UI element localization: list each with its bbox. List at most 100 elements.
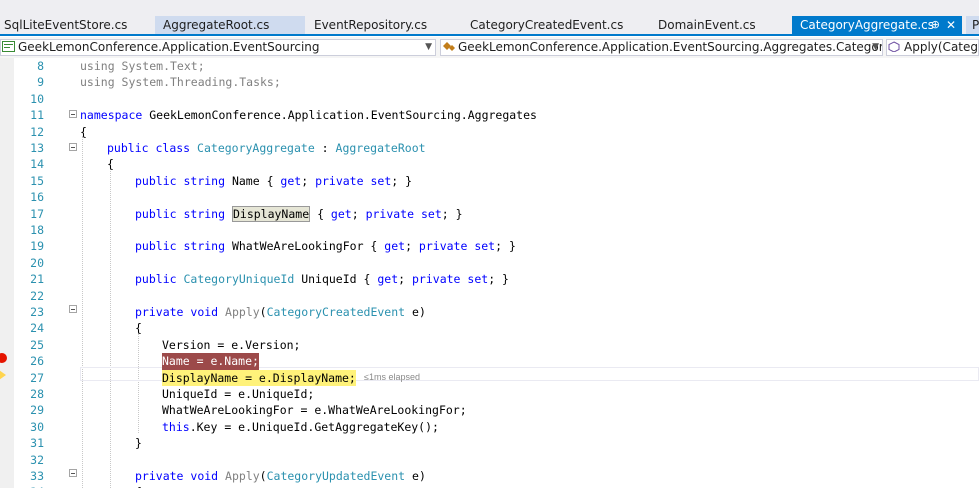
chevron-down-icon: ▼ — [872, 42, 879, 52]
line-number: 13 — [30, 141, 44, 155]
type-dropdown[interactable]: GeekLemonConference.Application.EventSou… — [440, 39, 883, 56]
code-text: { — [107, 157, 114, 172]
csharp-project-icon — [2, 41, 15, 52]
line-number: 30 — [30, 419, 44, 434]
line-number: 32 — [30, 452, 44, 467]
code-line: 27 DisplayName = e.DisplayName; ≤1ms ela… — [0, 369, 979, 386]
line-number: 15 — [30, 173, 44, 188]
close-icon[interactable]: ✕ — [946, 16, 956, 34]
tab-label: EventRepository.cs — [314, 18, 428, 32]
code-line: 24 { — [0, 320, 979, 336]
code-text: namespace GeekLemonConference.Applicatio… — [80, 108, 537, 123]
code-editor[interactable]: 8 using System.Text; 9 using System.Thre… — [0, 58, 979, 488]
tab-sqliteeventstore[interactable]: SqlLiteEventStore.cs — [0, 16, 150, 34]
line-number: 27 — [30, 370, 44, 385]
breakpoint-line-text: Name = e.Name; — [162, 353, 259, 370]
code-text: { — [80, 124, 87, 139]
code-line: 25 Version = e.Version; — [0, 337, 979, 353]
pin-icon[interactable]: ⊕ — [931, 16, 940, 34]
line-number: 20 — [30, 255, 44, 270]
code-line: 10 — [0, 91, 979, 107]
tab-domainevent[interactable]: DomainEvent.cs — [652, 16, 787, 34]
code-text: using System.Threading.Tasks; — [80, 75, 281, 90]
tab-categoryaggregate[interactable]: CategoryAggregate.cs ⊕ ✕ — [792, 16, 962, 34]
code-line: 30 this.Key = e.UniqueId.GetAggregateKey… — [0, 419, 979, 435]
code-line: 22 — [0, 288, 979, 304]
code-text: private void Apply(CategoryCreatedEvent … — [135, 305, 426, 319]
code-line: 14 { — [0, 156, 979, 172]
line-number: 14 — [30, 157, 44, 172]
project-dropdown[interactable]: GeekLemonConference.Application.EventSou… — [0, 39, 436, 56]
document-tab-strip: SqlLiteEventStore.cs AggregateRoot.cs Ev… — [0, 0, 979, 35]
line-number: 24 — [30, 321, 44, 336]
class-icon — [442, 41, 455, 52]
line-number: 29 — [30, 403, 44, 418]
code-line: 21 public CategoryUniqueId UniqueId { ge… — [0, 271, 979, 287]
code-line: 26 Name = e.Name; — [0, 353, 979, 370]
tab-label: DomainEvent.cs — [658, 18, 756, 32]
line-number: 9 — [37, 75, 44, 90]
code-line: 23 private void Apply(CategoryCreatedEve… — [0, 304, 979, 320]
type-name: GeekLemonConference.Application.EventSou… — [458, 40, 883, 54]
code-text: { — [135, 484, 142, 488]
code-line: 34 { — [0, 478, 979, 488]
code-line: 19 public string WhatWeAreLookingFor { g… — [0, 238, 979, 254]
code-line: 16 — [0, 189, 979, 205]
code-line: 18 — [0, 222, 979, 238]
line-number: 31 — [30, 436, 44, 451]
tab-label: CategoryCreatedEvent.cs — [470, 18, 624, 32]
member-name: Apply(Catego — [904, 40, 979, 54]
code-text: public string WhatWeAreLookingFor { get;… — [135, 239, 516, 254]
line-number: 26 — [30, 354, 44, 369]
tab-label: AggregateRoot.cs — [163, 18, 270, 32]
line-number: 34 — [14, 484, 44, 488]
code-line: 12 { — [0, 124, 979, 140]
code-line: 15 public string Name { get; private set… — [0, 173, 979, 189]
code-text: WhatWeAreLookingFor = e.WhatWeAreLooking… — [162, 403, 467, 418]
line-number: 25 — [30, 337, 44, 352]
member-dropdown[interactable]: Apply(Catego — [886, 39, 979, 56]
tab-eventrepository[interactable]: EventRepository.cs — [308, 16, 458, 34]
chevron-down-icon: ▼ — [425, 42, 432, 52]
line-number: 8 — [37, 59, 44, 73]
navigation-bar: GeekLemonConference.Application.EventSou… — [0, 37, 979, 59]
line-number: 23 — [30, 305, 44, 319]
code-line: 8 using System.Text; — [0, 58, 979, 74]
perftip-elapsed[interactable]: ≤1ms elapsed — [364, 372, 420, 382]
code-line: 13 public class CategoryAggregate : Aggr… — [0, 140, 979, 156]
code-text: UniqueId = e.UniqueId; — [162, 387, 315, 401]
tab-label: SqlLiteEventStore.cs — [4, 18, 128, 32]
tab-label: P — [972, 18, 979, 32]
code-text: this.Key = e.UniqueId.GetAggregateKey(); — [162, 419, 439, 434]
line-number: 12 — [30, 124, 44, 139]
line-number: 21 — [30, 272, 44, 287]
line-number: 16 — [30, 190, 44, 205]
code-text: Version = e.Version; — [162, 337, 301, 352]
code-line: 20 — [0, 255, 979, 271]
tab-aggregateroot[interactable]: AggregateRoot.cs — [155, 16, 305, 34]
current-statement-text: DisplayName = e.DisplayName; — [162, 369, 356, 386]
code-line: 11 namespace GeekLemonConference.Applica… — [0, 107, 979, 123]
line-number: 17 — [30, 206, 44, 221]
code-text: { — [135, 321, 142, 336]
code-line: 31 } — [0, 435, 979, 451]
code-line: 9 using System.Threading.Tasks; — [0, 74, 979, 90]
code-text: } — [135, 436, 142, 451]
code-text: public string Name { get; private set; } — [135, 173, 413, 188]
line-number: 11 — [30, 108, 44, 123]
code-line: 29 WhatWeAreLookingFor = e.WhatWeAreLook… — [0, 402, 979, 418]
line-number: 18 — [30, 223, 44, 237]
code-line: 32 — [0, 452, 979, 468]
code-text: public string DisplayName { get; private… — [135, 205, 463, 222]
tab-label: CategoryAggregate.cs — [800, 18, 935, 32]
code-line: 28 UniqueId = e.UniqueId; — [0, 386, 979, 402]
line-number: 19 — [30, 239, 44, 254]
code-text: public CategoryUniqueId UniqueId { get; … — [135, 272, 509, 287]
tab-overflow[interactable]: P — [966, 16, 979, 34]
line-number: 22 — [30, 288, 44, 303]
line-number: 28 — [30, 387, 44, 401]
code-text: using System.Text; — [80, 59, 205, 73]
tab-categorycreatedevent[interactable]: CategoryCreatedEvent.cs — [462, 16, 647, 34]
method-icon — [888, 41, 901, 53]
project-name: GeekLemonConference.Application.EventSou… — [18, 40, 320, 54]
